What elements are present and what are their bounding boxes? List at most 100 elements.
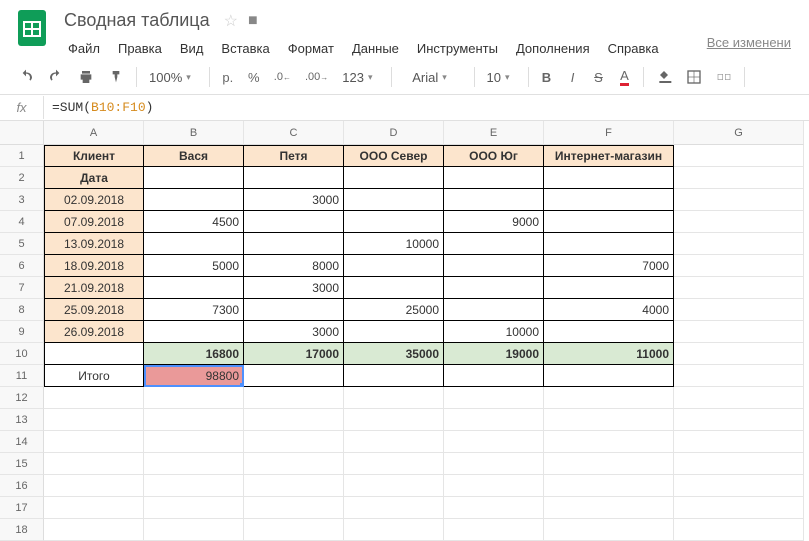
cell[interactable] <box>444 255 544 277</box>
cell[interactable] <box>674 189 804 211</box>
cell[interactable] <box>544 365 674 387</box>
menu-addons[interactable]: Дополнения <box>508 37 598 60</box>
cell[interactable] <box>674 387 804 409</box>
cell[interactable]: 4500 <box>144 211 244 233</box>
cell[interactable] <box>674 167 804 189</box>
cell[interactable] <box>444 453 544 475</box>
cell[interactable] <box>544 409 674 431</box>
cell[interactable]: 16800 <box>144 343 244 365</box>
cell[interactable] <box>344 255 444 277</box>
menu-help[interactable]: Справка <box>600 37 667 60</box>
cell[interactable] <box>144 189 244 211</box>
print-icon[interactable] <box>72 64 100 90</box>
cell[interactable] <box>444 409 544 431</box>
cell[interactable] <box>544 321 674 343</box>
cell[interactable] <box>44 387 144 409</box>
cell[interactable]: 10000 <box>344 233 444 255</box>
cell[interactable]: 5000 <box>144 255 244 277</box>
cell[interactable] <box>444 519 544 541</box>
cell[interactable] <box>544 519 674 541</box>
cell[interactable] <box>244 475 344 497</box>
cell[interactable] <box>344 211 444 233</box>
menu-insert[interactable]: Вставка <box>213 37 277 60</box>
cell[interactable]: 17000 <box>244 343 344 365</box>
format-123-select[interactable]: 123 <box>336 64 384 90</box>
zoom-select[interactable]: 100% <box>143 64 203 90</box>
cell[interactable]: 35000 <box>344 343 444 365</box>
row-header[interactable]: 6 <box>0 255 44 277</box>
cell[interactable]: 7300 <box>144 299 244 321</box>
cell[interactable]: 26.09.2018 <box>44 321 144 343</box>
row-header[interactable]: 16 <box>0 475 44 497</box>
col-header[interactable]: G <box>674 121 804 145</box>
sheets-logo[interactable] <box>12 8 52 48</box>
cell[interactable] <box>674 211 804 233</box>
cell[interactable] <box>674 431 804 453</box>
cell[interactable] <box>544 453 674 475</box>
cell[interactable] <box>244 409 344 431</box>
cell[interactable] <box>444 497 544 519</box>
font-select[interactable]: Arial <box>398 64 468 90</box>
cell[interactable]: 3000 <box>244 321 344 343</box>
cell[interactable] <box>444 299 544 321</box>
cell[interactable] <box>674 255 804 277</box>
cell[interactable] <box>244 365 344 387</box>
cell[interactable] <box>344 167 444 189</box>
cell[interactable]: ООО Север <box>344 145 444 167</box>
cell[interactable] <box>444 475 544 497</box>
cell[interactable]: Клиент <box>44 145 144 167</box>
row-header[interactable]: 3 <box>0 189 44 211</box>
col-header[interactable]: F <box>544 121 674 145</box>
cell[interactable]: 11000 <box>544 343 674 365</box>
row-header[interactable]: 17 <box>0 497 44 519</box>
menu-tools[interactable]: Инструменты <box>409 37 506 60</box>
cell[interactable] <box>44 343 144 365</box>
cell[interactable]: Интернет-магазин <box>544 145 674 167</box>
cell[interactable]: Итого <box>44 365 144 387</box>
cell[interactable]: 18.09.2018 <box>44 255 144 277</box>
cell[interactable] <box>444 189 544 211</box>
cell[interactable] <box>674 453 804 475</box>
text-color-button[interactable]: A <box>613 64 637 90</box>
cell[interactable]: Дата <box>44 167 144 189</box>
cell[interactable] <box>344 277 444 299</box>
cell[interactable] <box>544 387 674 409</box>
cell[interactable] <box>544 189 674 211</box>
cell[interactable] <box>544 211 674 233</box>
currency-button[interactable]: р. <box>216 64 240 90</box>
formula-input[interactable]: =SUM(B10:F10) <box>44 96 809 119</box>
cell[interactable] <box>144 167 244 189</box>
cell[interactable]: 07.09.2018 <box>44 211 144 233</box>
cell[interactable] <box>244 233 344 255</box>
cell[interactable]: 3000 <box>244 277 344 299</box>
cell[interactable] <box>344 365 444 387</box>
cell[interactable] <box>344 431 444 453</box>
cell[interactable] <box>674 233 804 255</box>
cell[interactable] <box>144 233 244 255</box>
row-header[interactable]: 13 <box>0 409 44 431</box>
changes-link[interactable]: Все изменени <box>701 29 797 56</box>
cell[interactable] <box>244 211 344 233</box>
doc-title[interactable]: Сводная таблица <box>60 8 214 33</box>
cell[interactable] <box>444 233 544 255</box>
cell[interactable]: 02.09.2018 <box>44 189 144 211</box>
merge-button[interactable] <box>710 64 738 90</box>
cell[interactable] <box>344 321 444 343</box>
cell[interactable] <box>674 519 804 541</box>
cell[interactable] <box>244 387 344 409</box>
row-header[interactable]: 10 <box>0 343 44 365</box>
row-header[interactable]: 18 <box>0 519 44 541</box>
cell[interactable]: Петя <box>244 145 344 167</box>
menu-data[interactable]: Данные <box>344 37 407 60</box>
cell[interactable] <box>674 497 804 519</box>
cell[interactable] <box>544 277 674 299</box>
cell-selected[interactable]: 98800 <box>144 365 244 387</box>
cell[interactable] <box>674 409 804 431</box>
cell[interactable] <box>444 431 544 453</box>
cell[interactable] <box>44 409 144 431</box>
row-header[interactable]: 1 <box>0 145 44 167</box>
dec-more-button[interactable]: .00→ <box>299 64 334 90</box>
redo-icon[interactable] <box>42 64 70 90</box>
cell[interactable]: 13.09.2018 <box>44 233 144 255</box>
undo-icon[interactable] <box>12 64 40 90</box>
